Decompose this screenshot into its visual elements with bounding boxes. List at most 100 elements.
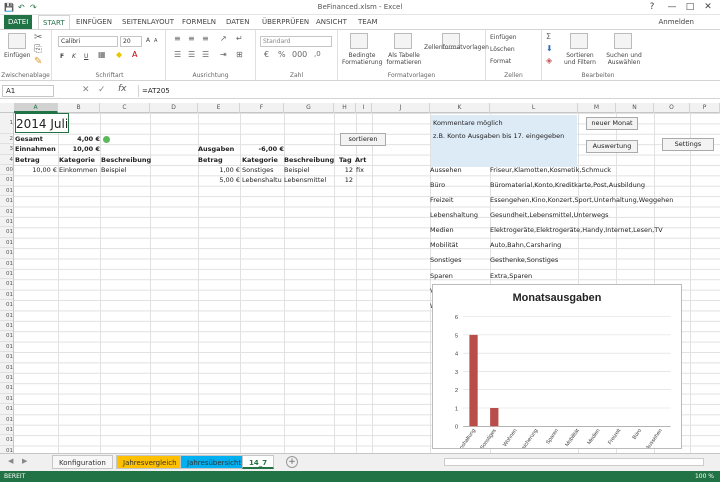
row-header[interactable]: 01 [0,290,13,301]
monatsausgaben-chart[interactable]: Monatsausgaben 0 1 2 3 4 5 6 Lebenshaltung Sons… [432,284,682,449]
tab-seitenlayout[interactable]: SEITENLAYOUT [118,15,178,29]
column-header-k[interactable]: K [430,103,490,113]
sort-filter-icon[interactable] [570,33,588,49]
column-header-l[interactable]: L [490,103,578,113]
column-header-e[interactable]: E [198,103,240,113]
tab-formeln[interactable]: FORMELN [178,15,220,29]
row-header[interactable]: 01 [0,446,13,453]
minimize-button[interactable]: — [666,2,678,12]
category-name[interactable]: Büro [430,180,488,190]
row-header[interactable]: 01 [0,383,13,394]
delete-cells-button[interactable]: Löschen [490,46,515,53]
title-cell[interactable]: 2014 Juli [15,113,69,133]
bold-button[interactable]: F [60,53,64,60]
expense-tag[interactable]: 12 [339,165,353,175]
row-header[interactable]: 01 [0,196,13,207]
number-format-combo[interactable]: Standard [260,36,332,47]
row-header[interactable]: 01 [0,259,13,269]
column-header-d[interactable]: D [150,103,198,113]
close-button[interactable]: ✕ [702,2,714,12]
thousands-icon[interactable]: 000 [292,50,307,59]
cell-styles-button[interactable]: Zellenformatvorlagen [424,44,489,51]
format-table-button[interactable]: Als Tabelle formatieren [384,52,424,66]
category-items[interactable]: Büromaterial,Konto,Kreditkarte,Post,Ausb… [490,180,720,190]
category-items[interactable]: Extra,Sparen [490,271,720,281]
next-sheet-icon[interactable]: ▶ [22,457,27,465]
income-beschreibung[interactable]: Beispiel [101,165,161,175]
italic-button[interactable]: K [72,53,76,60]
row-header[interactable]: 1 [0,113,13,134]
tab-einfuegen[interactable]: EINFÜGEN [72,15,116,29]
wrap-text-icon[interactable]: ↵ [236,34,243,43]
column-header-c[interactable]: C [100,103,150,113]
shrink-font-icon[interactable]: A [154,38,157,44]
sheet-tab-jahresvergleich[interactable]: Jahresvergleich [116,455,184,469]
row-header[interactable]: 01 [0,217,13,228]
category-name[interactable]: Freizeit [430,195,488,205]
row-header[interactable]: 01 [0,331,13,342]
merge-icon[interactable]: ⊞ [236,50,243,59]
copy-icon[interactable]: ⎘ [34,44,42,55]
column-header-f[interactable]: F [240,103,284,113]
expense-betrag[interactable]: 5,00 € [198,175,240,185]
insert-cells-button[interactable]: Einfügen [490,34,516,41]
row-header[interactable]: 4 [0,155,13,165]
help-icon[interactable]: ? [646,2,658,12]
cut-icon[interactable]: ✂ [34,32,42,43]
column-header-b[interactable]: B [58,103,100,113]
column-header-m[interactable]: M [578,103,616,113]
row-header[interactable]: 01 [0,279,13,290]
category-name[interactable]: Lebenshaltung [430,210,488,220]
paste-button[interactable]: Einfügen [4,52,30,59]
conditional-format-icon[interactable] [350,33,368,49]
row-header[interactable]: 01 [0,186,13,197]
align-bottom-icon[interactable]: ≡ [202,34,209,43]
row-header[interactable]: 01 [0,227,13,238]
sortieren-button[interactable]: sortieren [340,133,386,146]
fill-icon[interactable]: ⬇ [546,44,553,53]
category-name[interactable]: Mobilität [430,240,488,250]
column-header-n[interactable]: N [616,103,654,113]
expense-beschreibung[interactable]: Beispiel [284,165,338,175]
align-middle-icon[interactable]: ≡ [188,34,195,43]
row-header[interactable]: 01 [0,248,13,259]
row-header[interactable]: 2 [0,134,13,145]
grow-font-icon[interactable]: A [146,37,150,44]
clear-icon[interactable]: ◈ [546,56,552,65]
auswertung-button[interactable]: Auswertung [586,140,638,153]
category-name[interactable]: Sonstiges [430,255,488,265]
formula-input[interactable]: =AT205 [138,85,718,97]
category-items[interactable]: Gesthenke,Sonstiges [490,255,720,265]
row-header[interactable]: 00 [0,165,13,176]
row-header[interactable]: 01 [0,321,13,332]
row-header[interactable]: 01 [0,373,13,384]
fill-color-icon[interactable]: ◆ [116,50,122,59]
expense-betrag[interactable]: 1,00 € [198,165,240,175]
expense-art[interactable]: fix [356,165,372,175]
column-header-a[interactable]: A [14,103,58,113]
column-header-p[interactable]: P [690,103,720,113]
save-icon[interactable]: 💾 [4,3,14,12]
neuer-monat-button[interactable]: neuer Monat [586,117,638,130]
prev-sheet-icon[interactable]: ◀ [8,457,13,465]
border-icon[interactable]: ▦ [98,50,106,59]
income-kategorie[interactable]: Einkommen [59,165,101,175]
row-header[interactable]: 01 [0,435,13,446]
row-header[interactable]: 01 [0,207,13,217]
tab-team[interactable]: TEAM [354,15,382,29]
currency-icon[interactable]: € [264,50,269,59]
maximize-button[interactable]: □ [684,2,696,12]
name-box[interactable]: A1 [2,85,54,97]
indent-icon[interactable]: ⇥ [220,50,227,59]
sheet-tab-14-7[interactable]: 14_7 [242,455,275,469]
row-header[interactable]: 01 [0,175,13,186]
row-header[interactable]: 01 [0,415,13,425]
tab-start[interactable]: START [38,15,70,29]
find-select-icon[interactable] [614,33,632,49]
income-betrag[interactable]: 10,00 € [15,165,57,175]
column-header-h[interactable]: H [334,103,356,113]
tab-ansicht[interactable]: ANSICHT [312,15,351,29]
tab-daten[interactable]: DATEN [222,15,253,29]
align-left-icon[interactable]: ☰ [174,50,181,59]
font-name-combo[interactable]: Calibri [58,36,118,47]
